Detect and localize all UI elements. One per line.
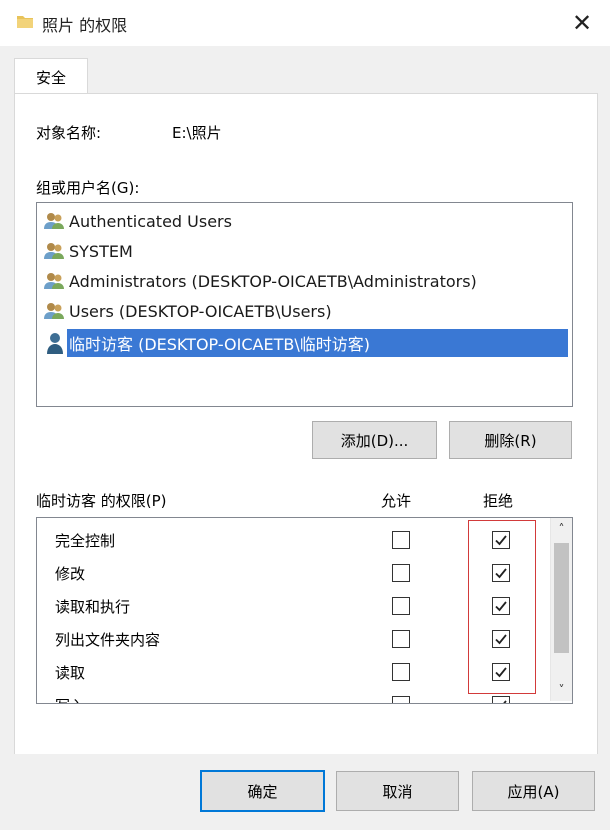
user-name: Users (DESKTOP-OICAETB\Users) — [69, 301, 332, 321]
scroll-up-icon[interactable]: ˄ — [551, 518, 572, 540]
tab-security[interactable]: 安全 — [14, 58, 88, 95]
add-button-label: 添加(D)... — [340, 431, 409, 450]
user-name: Authenticated Users — [69, 211, 232, 231]
user-icon — [47, 333, 63, 354]
close-icon: ✕ — [571, 9, 593, 37]
user-name: 临时访客 (DESKTOP-OICAETB\临时访客) — [69, 335, 370, 354]
remove-button-label: 删除(R) — [484, 431, 537, 450]
permission-name: 修改 — [55, 565, 86, 583]
ok-button[interactable]: 确定 — [200, 770, 325, 812]
permission-name: 读取和执行 — [55, 598, 131, 616]
remove-button[interactable]: 删除(R) — [449, 421, 572, 459]
group-list-label: 组或用户名(G): — [36, 179, 140, 197]
deny-highlight-box — [468, 520, 536, 694]
permissions-label: 临时访客 的权限(P) — [36, 492, 167, 510]
list-item[interactable]: Administrators (DESKTOP-OICAETB\Administ… — [43, 267, 477, 295]
users-group-icon — [44, 243, 64, 259]
deny-header: 拒绝 — [483, 492, 514, 510]
apply-button[interactable]: 应用(A) — [472, 771, 595, 811]
permission-name: 列出文件夹内容 — [55, 631, 161, 649]
close-button[interactable]: ✕ — [564, 6, 600, 40]
user-name: Administrators (DESKTOP-OICAETB\Administ… — [69, 271, 477, 291]
allow-checkbox[interactable] — [392, 630, 410, 648]
allow-checkbox[interactable] — [392, 597, 410, 615]
allow-checkbox[interactable] — [392, 564, 410, 582]
allow-header: 允许 — [381, 492, 412, 510]
user-list[interactable]: Authenticated Users SYSTEM Administrator… — [36, 202, 573, 407]
list-item-selected[interactable]: 临时访客 (DESKTOP-OICAETB\临时访客) — [67, 329, 568, 357]
add-button[interactable]: 添加(D)... — [312, 421, 437, 459]
user-name: SYSTEM — [69, 241, 133, 261]
list-item[interactable]: Authenticated Users — [43, 207, 232, 235]
folder-icon — [17, 16, 33, 28]
object-name-label: 对象名称: — [36, 124, 102, 142]
title-bar: 照片 的权限 ✕ — [0, 0, 610, 46]
cancel-button[interactable]: 取消 — [336, 771, 459, 811]
allow-checkbox[interactable] — [392, 696, 410, 703]
users-group-icon — [44, 303, 64, 319]
apply-button-label: 应用(A) — [507, 782, 560, 801]
tab-label: 安全 — [35, 68, 66, 87]
list-item[interactable]: SYSTEM — [43, 237, 133, 265]
allow-checkbox[interactable] — [392, 663, 410, 681]
window-title: 照片 的权限 — [42, 16, 128, 35]
users-group-icon — [44, 273, 64, 289]
users-group-icon — [44, 213, 64, 229]
scroll-thumb[interactable] — [554, 543, 569, 653]
permission-name: 写入 — [55, 695, 85, 703]
permission-name: 读取 — [55, 664, 86, 682]
cancel-button-label: 取消 — [382, 782, 413, 801]
deny-checkbox[interactable] — [492, 696, 510, 703]
scrollbar[interactable]: ˄ ˅ — [550, 518, 572, 701]
list-item[interactable]: Users (DESKTOP-OICAETB\Users) — [43, 297, 332, 325]
ok-button-label: 确定 — [247, 782, 278, 801]
checkmark-icon — [503, 700, 507, 703]
object-name-value: E:\照片 — [172, 124, 222, 142]
allow-checkbox[interactable] — [392, 531, 410, 549]
permission-name: 完全控制 — [55, 532, 116, 550]
scroll-down-icon[interactable]: ˅ — [551, 679, 572, 701]
